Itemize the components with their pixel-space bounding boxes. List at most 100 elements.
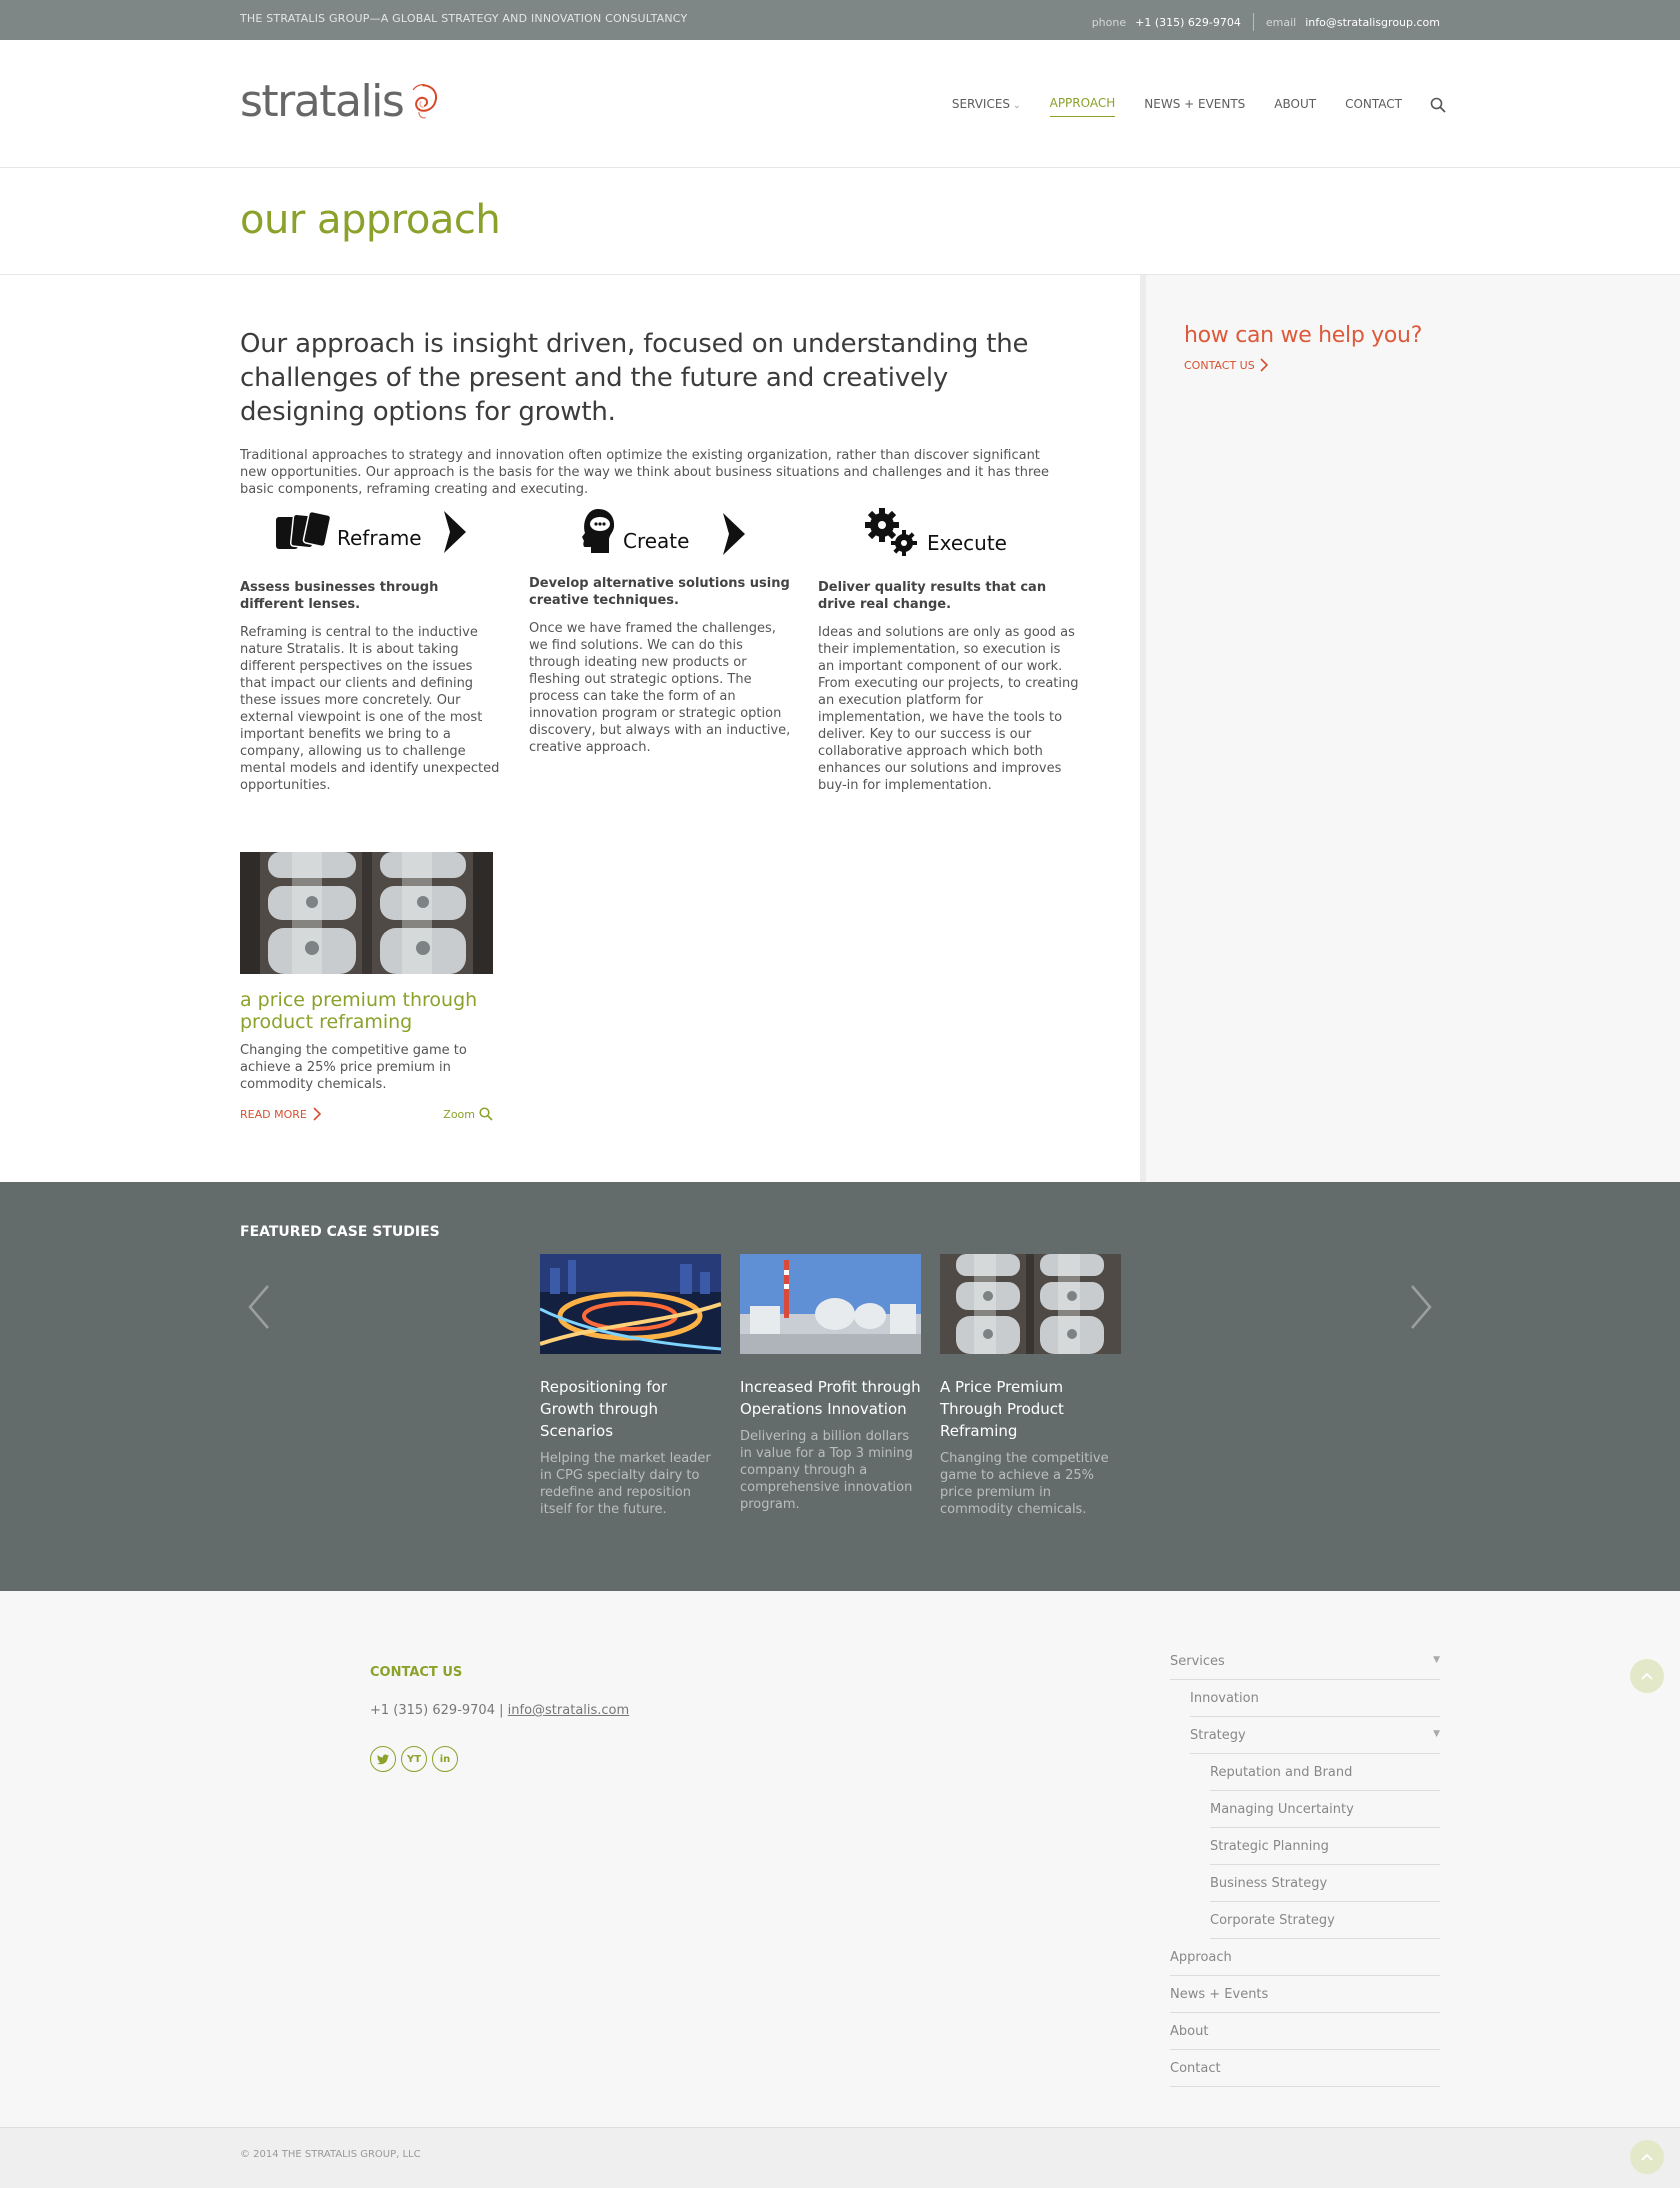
footer-nav-planning[interactable]: Strategic Planning (1210, 1828, 1440, 1865)
footer-nav-label: Reputation and Brand (1210, 1764, 1353, 1780)
nav-services-label: SERVICES (951, 96, 1011, 111)
tagline: THE STRATALIS GROUP—A GLOBAL STRATEGY AN… (240, 12, 688, 25)
featured-card[interactable]: A Price Premium Through Product Reframin… (940, 1254, 1121, 1518)
carousel-prev-icon[interactable] (246, 1282, 272, 1332)
footer-nav-corporate-strategy[interactable]: Corporate Strategy (1210, 1902, 1440, 1939)
email-link[interactable]: info@stratalisgroup.com (1305, 16, 1440, 29)
create-word: Create (623, 529, 690, 553)
top-bar: THE STRATALIS GROUP—A GLOBAL STRATEGY AN… (0, 0, 1680, 40)
chevron-down-icon: ⌄ (1013, 100, 1021, 111)
footer-nav-uncertainty[interactable]: Managing Uncertainty (1210, 1791, 1440, 1828)
logo[interactable]: stratalis (240, 66, 440, 138)
youtube-link[interactable]: YT (401, 1746, 427, 1772)
create-graphic: Create (529, 507, 791, 587)
nav-news-events[interactable]: NEWS + EVENTS (1144, 97, 1245, 117)
footer-nav-label: Approach (1170, 1949, 1232, 1965)
footer-nav-label: Business Strategy (1210, 1875, 1328, 1891)
chevron-down-icon[interactable]: ▼ (1433, 1655, 1440, 1665)
featured-title: Repositioning for Growth through Scenari… (540, 1378, 667, 1440)
step-create: Create Develop alternative solutions usi… (529, 507, 791, 756)
nav-approach[interactable]: APPROACH (1049, 96, 1116, 117)
footer-nav-strategy[interactable]: Strategy ▼ (1190, 1717, 1440, 1754)
chevron-up-icon (1641, 1672, 1653, 1680)
read-more-link[interactable]: READ MORE (240, 1107, 323, 1121)
case-study-footer: READ MORE Zoom (240, 1107, 493, 1121)
twitter-icon[interactable] (370, 1746, 396, 1772)
footer-email-link[interactable]: info@stratalis.com (508, 1703, 630, 1718)
scroll-top-button[interactable] (1630, 2140, 1664, 2174)
featured-title: Increased Profit through Operations Inno… (740, 1378, 921, 1418)
step-reframe: Reframe Assess businesses through differ… (240, 507, 502, 794)
search-icon[interactable] (1430, 97, 1446, 113)
top-contact: phone +1 (315) 629-9704 email info@strat… (1092, 13, 1440, 31)
case-study-title[interactable]: a price premium through product reframin… (240, 989, 493, 1033)
phone-number[interactable]: +1 (315) 629-9704 (1135, 16, 1241, 29)
page-title: our approach (240, 197, 501, 243)
site-footer: CONTACT US +1 (315) 629-9704 | info@stra… (0, 1591, 1680, 2127)
footer-nav-innovation[interactable]: Innovation (1190, 1680, 1440, 1717)
linkedin-link[interactable]: in (432, 1746, 458, 1772)
chevron-down-icon[interactable]: ▼ (1433, 1729, 1440, 1739)
nav-services[interactable]: SERVICES ⌄ (952, 97, 1021, 117)
featured-card[interactable]: Repositioning for Growth through Scenari… (540, 1254, 721, 1518)
footer-contact-title: CONTACT US (370, 1665, 463, 1680)
nav-contact[interactable]: CONTACT (1345, 97, 1402, 117)
gears-icon (865, 508, 917, 556)
nav-about[interactable]: ABOUT (1274, 97, 1316, 117)
page-title-bar: our approach (0, 169, 1680, 275)
footer-nav-contact[interactable]: Contact (1170, 2050, 1440, 2087)
nav-about-label: ABOUT (1274, 96, 1317, 111)
chevron-right-icon (1260, 358, 1268, 372)
copyright: © 2014 THE STRATALIS GROUP, LLC (240, 2149, 421, 2160)
chevron-up-icon (1641, 2153, 1653, 2161)
footer-nav-label: Strategic Planning (1210, 1838, 1329, 1854)
footer-nav-label: Strategy (1190, 1727, 1246, 1743)
email-label: email (1265, 15, 1297, 29)
step-body: Reframing is central to the inductive na… (240, 625, 500, 793)
footer-nav-reputation[interactable]: Reputation and Brand (1210, 1754, 1440, 1791)
contact-us-label: CONTACT US (1184, 358, 1255, 372)
footer-nav-label: Corporate Strategy (1210, 1912, 1335, 1928)
featured-case-studies: FEATURED CASE STUDIES Repositioning for … (0, 1182, 1680, 1591)
footer-nav-about[interactable]: About (1170, 2013, 1440, 2050)
main-content: Our approach is insight driven, focused … (0, 275, 1140, 1182)
footer-phone[interactable]: +1 (315) 629-9704 (370, 1703, 495, 1718)
footer-nav-services[interactable]: Services ▼ (1170, 1643, 1440, 1680)
step-body: Once we have framed the challenges, we f… (529, 621, 791, 755)
refinery-photo (740, 1254, 921, 1354)
logo-swirl-icon (412, 83, 438, 119)
footer-nav-business-strategy[interactable]: Business Strategy (1210, 1865, 1440, 1902)
back-to-top-button[interactable] (1630, 1659, 1664, 1693)
magnifier-icon (479, 1107, 493, 1121)
copyright-bar: © 2014 THE STRATALIS GROUP, LLC (0, 2127, 1680, 2188)
sidebar: how can we help you? CONTACT US (1140, 275, 1680, 1182)
phone-label: phone (1091, 15, 1127, 29)
footer-nav-label: Services (1170, 1653, 1225, 1669)
footer-nav: Services ▼ Innovation Strategy ▼ Reputatio… (1170, 1643, 1440, 2087)
nav-contact-label: CONTACT (1345, 96, 1402, 111)
tankers-image[interactable] (240, 852, 493, 974)
nav-approach-label: APPROACH (1049, 96, 1116, 110)
carousel-next-icon[interactable] (1408, 1282, 1434, 1332)
case-study-card: a price premium through product reframin… (240, 852, 493, 1121)
featured-heading: FEATURED CASE STUDIES (240, 1224, 440, 1240)
contact-us-link[interactable]: CONTACT US (1184, 358, 1270, 372)
logo-text: stratalis (240, 76, 405, 127)
footer-separator: | (499, 1703, 504, 1718)
reframe-word: Reframe (337, 526, 422, 550)
footer-nav-news[interactable]: News + Events (1170, 1976, 1440, 2013)
execute-word: Execute (927, 531, 1007, 555)
help-heading: how can we help you? (1184, 323, 1423, 348)
highway-photo (540, 1254, 721, 1354)
featured-summary: Helping the market leader in CPG special… (540, 1451, 711, 1517)
footer-nav-label: Managing Uncertainty (1210, 1801, 1354, 1817)
footer-nav-label: Contact (1170, 2060, 1221, 2076)
zoom-link[interactable]: Zoom (443, 1107, 493, 1121)
site-header: stratalis SERVICES ⌄ APPROACH NEWS + EVEN… (0, 40, 1680, 168)
featured-title: A Price Premium Through Product Reframin… (940, 1378, 1064, 1440)
head-idea-icon (582, 509, 615, 553)
lead-text: Our approach is insight driven, focused … (240, 329, 1029, 427)
featured-card[interactable]: Increased Profit through Operations Inno… (740, 1254, 921, 1513)
step-execute: Execute Deliver quality results that can… (818, 507, 1080, 794)
footer-nav-approach[interactable]: Approach (1170, 1939, 1440, 1976)
